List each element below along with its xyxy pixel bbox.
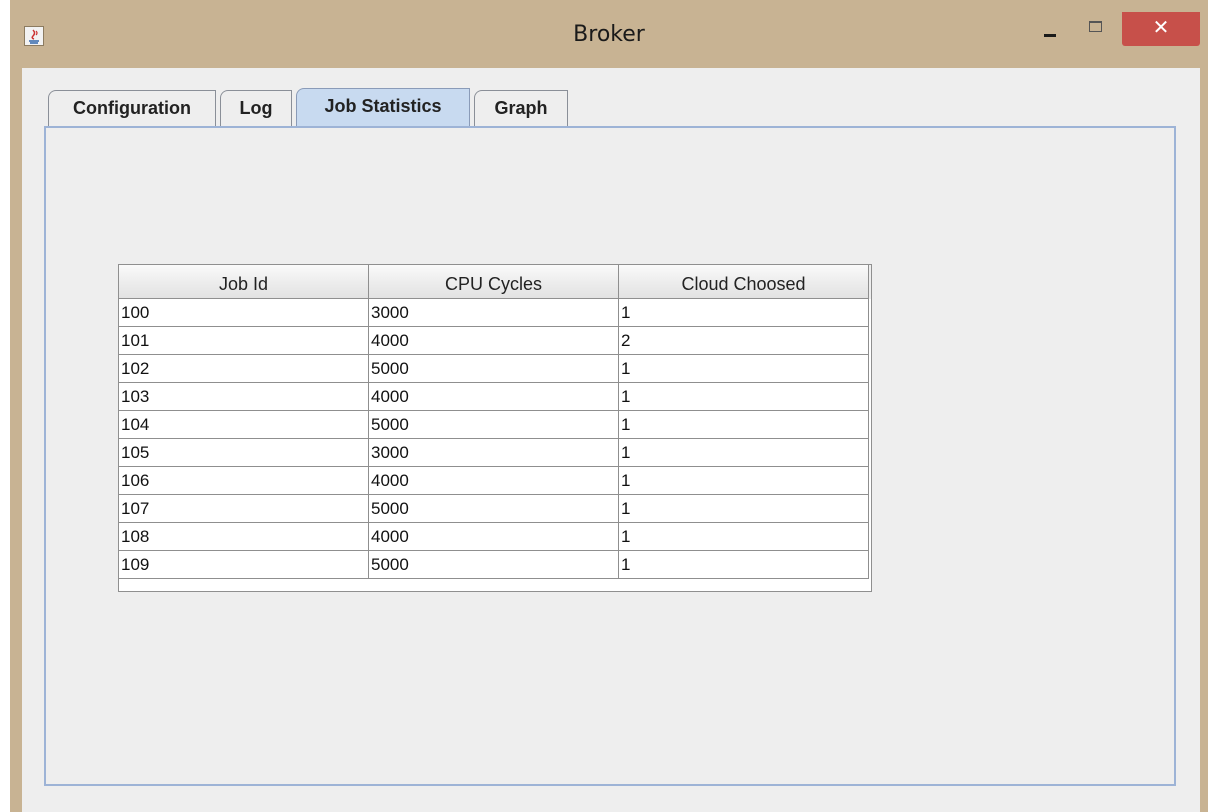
table-row[interactable]: 100 3000 1 <box>119 299 871 327</box>
cell-cloud-choosed[interactable]: 2 <box>619 327 869 355</box>
column-header-cpu-cycles[interactable]: CPU Cycles <box>369 265 619 299</box>
cell-cloud-choosed[interactable]: 1 <box>619 495 869 523</box>
cell-cloud-choosed[interactable]: 1 <box>619 355 869 383</box>
cell-cloud-choosed[interactable]: 1 <box>619 299 869 327</box>
cell-cloud-choosed[interactable]: 1 <box>619 383 869 411</box>
window-title: Broker <box>573 22 645 47</box>
cell-job-id[interactable]: 103 <box>119 383 369 411</box>
maximize-button[interactable] <box>1076 12 1116 46</box>
table-row[interactable]: 102 5000 1 <box>119 355 871 383</box>
cell-cpu-cycles[interactable]: 5000 <box>369 495 619 523</box>
table-row[interactable]: 105 3000 1 <box>119 439 871 467</box>
cell-cloud-choosed[interactable]: 1 <box>619 523 869 551</box>
cell-job-id[interactable]: 100 <box>119 299 369 327</box>
column-header-job-id[interactable]: Job Id <box>119 265 369 299</box>
cell-job-id[interactable]: 108 <box>119 523 369 551</box>
window-client-area: Configuration Log Job Statistics Graph J… <box>22 68 1200 812</box>
cell-cloud-choosed[interactable]: 1 <box>619 551 869 579</box>
cell-job-id[interactable]: 102 <box>119 355 369 383</box>
cell-cpu-cycles[interactable]: 4000 <box>369 523 619 551</box>
cell-cloud-choosed[interactable]: 1 <box>619 467 869 495</box>
tab-configuration[interactable]: Configuration <box>48 90 216 126</box>
column-header-cloud-choosed[interactable]: Cloud Choosed <box>619 265 869 299</box>
cell-job-id[interactable]: 109 <box>119 551 369 579</box>
close-button[interactable]: ✕ <box>1122 12 1200 46</box>
title-bar[interactable]: Broker ✕ <box>10 0 1208 68</box>
cell-job-id[interactable]: 106 <box>119 467 369 495</box>
cell-job-id[interactable]: 104 <box>119 411 369 439</box>
table-row[interactable]: 109 5000 1 <box>119 551 871 579</box>
table-row[interactable]: 101 4000 2 <box>119 327 871 355</box>
cell-job-id[interactable]: 105 <box>119 439 369 467</box>
table-row[interactable]: 107 5000 1 <box>119 495 871 523</box>
cell-cpu-cycles[interactable]: 5000 <box>369 411 619 439</box>
cell-cpu-cycles[interactable]: 4000 <box>369 467 619 495</box>
cell-cpu-cycles[interactable]: 3000 <box>369 439 619 467</box>
cell-cpu-cycles[interactable]: 5000 <box>369 551 619 579</box>
broker-window: Broker ✕ Configuration Log Job Statistic… <box>10 0 1208 812</box>
tab-panel-job-statistics: Job Id CPU Cycles Cloud Choosed 100 3000… <box>44 126 1176 786</box>
tab-log[interactable]: Log <box>220 90 292 126</box>
cell-cpu-cycles[interactable]: 5000 <box>369 355 619 383</box>
cell-job-id[interactable]: 107 <box>119 495 369 523</box>
table-header: Job Id CPU Cycles Cloud Choosed <box>119 265 871 299</box>
table-row[interactable]: 108 4000 1 <box>119 523 871 551</box>
tab-graph[interactable]: Graph <box>474 90 568 126</box>
cell-cpu-cycles[interactable]: 4000 <box>369 327 619 355</box>
minimize-button[interactable] <box>1032 12 1072 46</box>
job-statistics-table[interactable]: Job Id CPU Cycles Cloud Choosed 100 3000… <box>118 264 872 592</box>
table-row[interactable]: 103 4000 1 <box>119 383 871 411</box>
cell-cpu-cycles[interactable]: 4000 <box>369 383 619 411</box>
cell-cloud-choosed[interactable]: 1 <box>619 439 869 467</box>
table-row[interactable]: 104 5000 1 <box>119 411 871 439</box>
tab-job-statistics[interactable]: Job Statistics <box>296 88 470 126</box>
cell-job-id[interactable]: 101 <box>119 327 369 355</box>
cell-cpu-cycles[interactable]: 3000 <box>369 299 619 327</box>
cell-cloud-choosed[interactable]: 1 <box>619 411 869 439</box>
table-row[interactable]: 106 4000 1 <box>119 467 871 495</box>
